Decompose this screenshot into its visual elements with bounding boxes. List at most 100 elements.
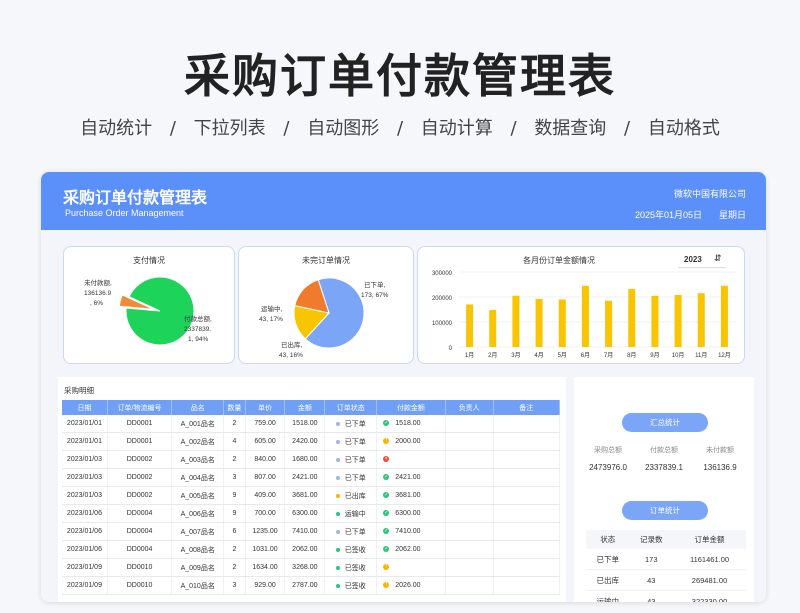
cell-price[interactable]: 807.00 bbox=[245, 468, 286, 487]
cell-item[interactable]: A_010品名 bbox=[171, 576, 225, 595]
table-row[interactable]: 2023/01/03 DD0002 A_005品名 9 409.00 3681.00 已出库… bbox=[62, 486, 561, 505]
cell-note[interactable] bbox=[493, 522, 561, 541]
cell-order[interactable]: DD0004 bbox=[107, 540, 173, 559]
order-stats-button[interactable]: 订单统计 bbox=[622, 501, 708, 520]
cell-amount[interactable]: 3681.00 bbox=[284, 486, 326, 505]
cell-date[interactable]: 2023/01/01 bbox=[62, 432, 108, 451]
cell-paid[interactable]: ✓ 2062.00 bbox=[376, 540, 446, 559]
cell-qty[interactable]: 6 bbox=[223, 522, 246, 541]
cell-order[interactable]: DD0002 bbox=[107, 450, 173, 469]
cell-amount[interactable]: 1518.00 bbox=[284, 415, 326, 433]
cell-amount[interactable]: 7410.00 bbox=[284, 522, 326, 541]
cell-owner[interactable] bbox=[445, 540, 494, 559]
cell-note[interactable] bbox=[493, 415, 561, 433]
cell-owner[interactable] bbox=[445, 415, 494, 433]
cell-item[interactable]: A_001品名 bbox=[171, 415, 225, 433]
cell-item[interactable]: A_004品名 bbox=[171, 468, 225, 487]
cell-amount[interactable]: 2420.00 bbox=[284, 432, 326, 451]
col-owner[interactable]: 负责人 bbox=[445, 400, 494, 415]
table-row[interactable]: 2023/01/03 DD0002 A_003品名 2 840.00 1680.00 已下单… bbox=[62, 450, 561, 469]
cell-note[interactable] bbox=[493, 486, 561, 505]
cell-order[interactable]: DD0010 bbox=[107, 576, 173, 595]
col-order[interactable]: 订单/物流编号 bbox=[107, 400, 173, 415]
cell-paid[interactable]: ✓ 2421.00 bbox=[376, 468, 446, 487]
cell-owner[interactable] bbox=[445, 432, 494, 451]
cell-owner[interactable] bbox=[445, 468, 494, 487]
table-row[interactable]: 2023/01/09 DD0010 A_010品名 3 929.00 2787.00 已签收… bbox=[62, 576, 561, 595]
cell-qty[interactable]: 3 bbox=[223, 576, 246, 595]
col-qty[interactable]: 数量 bbox=[223, 400, 246, 415]
cell-price[interactable]: 1634.00 bbox=[245, 558, 286, 577]
cell-order[interactable]: DD0002 bbox=[107, 468, 173, 487]
cell-date[interactable]: 2023/01/03 bbox=[62, 468, 108, 487]
cell-order[interactable]: DD0004 bbox=[107, 504, 173, 523]
cell-order[interactable]: DD0001 bbox=[107, 432, 173, 451]
cell-order[interactable]: DD0002 bbox=[107, 486, 173, 505]
cell-qty[interactable]: 3 bbox=[223, 468, 246, 487]
cell-status[interactable]: 已下单 bbox=[324, 432, 378, 451]
cell-note[interactable] bbox=[493, 432, 561, 451]
col-amount[interactable]: 金额 bbox=[284, 400, 326, 415]
table-row[interactable]: 2023/01/06 DD0004 A_008品名 2 1031.00 2062.00 已签… bbox=[62, 540, 561, 559]
cell-paid[interactable]: × bbox=[376, 450, 446, 469]
cell-amount[interactable]: 2062.00 bbox=[284, 540, 326, 559]
cell-date[interactable]: 2023/01/03 bbox=[62, 450, 108, 469]
cell-price[interactable]: 1031.00 bbox=[245, 540, 286, 559]
cell-order[interactable]: DD0010 bbox=[107, 558, 173, 577]
cell-qty[interactable]: 2 bbox=[223, 450, 246, 469]
cell-price[interactable]: 605.00 bbox=[245, 432, 286, 451]
table-row[interactable]: 2023/01/03 DD0002 A_004品名 3 807.00 2421.00 已下单… bbox=[62, 468, 561, 487]
cell-price[interactable]: 409.00 bbox=[245, 486, 286, 505]
cell-price[interactable]: 840.00 bbox=[245, 450, 286, 469]
cell-status[interactable]: 已下单 bbox=[324, 522, 378, 541]
cell-note[interactable] bbox=[493, 540, 561, 559]
cell-status[interactable]: 已下单 bbox=[324, 468, 378, 487]
cell-price[interactable]: 1235.00 bbox=[245, 522, 286, 541]
cell-qty[interactable]: 2 bbox=[223, 540, 246, 559]
cell-price[interactable]: 700.00 bbox=[245, 504, 286, 523]
cell-qty[interactable]: 2 bbox=[223, 415, 246, 433]
cell-status[interactable]: 已签收 bbox=[324, 540, 378, 559]
col-item[interactable]: 品名 bbox=[171, 400, 225, 415]
cell-note[interactable] bbox=[493, 576, 561, 595]
cell-owner[interactable] bbox=[445, 522, 494, 541]
cell-owner[interactable] bbox=[445, 558, 494, 577]
cell-qty[interactable]: 9 bbox=[223, 486, 246, 505]
cell-item[interactable]: A_007品名 bbox=[171, 522, 225, 541]
cell-date[interactable]: 2023/01/06 bbox=[62, 504, 108, 523]
table-row[interactable]: 2023/01/06 DD0004 A_007品名 6 1235.00 7410.00 已下… bbox=[62, 522, 561, 541]
col-status[interactable]: 订单状态 bbox=[324, 400, 378, 415]
cell-date[interactable]: 2023/01/03 bbox=[62, 486, 108, 505]
cell-status[interactable]: 已出库 bbox=[324, 486, 378, 505]
cell-owner[interactable] bbox=[445, 450, 494, 469]
cell-item[interactable]: A_009品名 bbox=[171, 558, 225, 577]
cell-status[interactable]: 已签收 bbox=[324, 576, 378, 595]
cell-item[interactable]: A_006品名 bbox=[171, 504, 225, 523]
cell-owner[interactable] bbox=[445, 504, 494, 523]
col-price[interactable]: 单价 bbox=[245, 400, 286, 415]
cell-order[interactable]: DD0001 bbox=[107, 415, 173, 433]
cell-item[interactable]: A_008品名 bbox=[171, 540, 225, 559]
cell-date[interactable]: 2023/01/09 bbox=[62, 576, 108, 595]
col-paid[interactable]: 付款金额 bbox=[376, 400, 446, 415]
cell-price[interactable]: 759.00 bbox=[245, 415, 286, 433]
cell-order[interactable]: DD0004 bbox=[107, 522, 173, 541]
cell-note[interactable] bbox=[493, 558, 561, 577]
cell-qty[interactable]: 9 bbox=[223, 504, 246, 523]
cell-note[interactable] bbox=[493, 504, 561, 523]
cell-paid[interactable]: ! 2026.00 bbox=[376, 576, 446, 595]
table-row[interactable]: 2023/01/09 DD0010 A_009品名 2 1634.00 3268.00 已签… bbox=[62, 558, 561, 577]
cell-item[interactable]: A_003品名 bbox=[171, 450, 225, 469]
cell-status[interactable]: 已下单 bbox=[324, 415, 378, 433]
cell-status[interactable]: 已签收 bbox=[324, 558, 378, 577]
cell-paid[interactable]: ! bbox=[376, 558, 446, 577]
cell-status[interactable]: 运输中 bbox=[324, 504, 378, 523]
cell-status[interactable]: 已下单 bbox=[324, 450, 378, 469]
cell-qty[interactable]: 2 bbox=[223, 558, 246, 577]
cell-amount[interactable]: 6300.00 bbox=[284, 504, 326, 523]
cell-item[interactable]: A_005品名 bbox=[171, 486, 225, 505]
cell-item[interactable]: A_002品名 bbox=[171, 432, 225, 451]
cell-date[interactable]: 2023/01/06 bbox=[62, 540, 108, 559]
cell-owner[interactable] bbox=[445, 486, 494, 505]
cell-paid[interactable]: ✓ 1518.00 bbox=[376, 415, 446, 433]
